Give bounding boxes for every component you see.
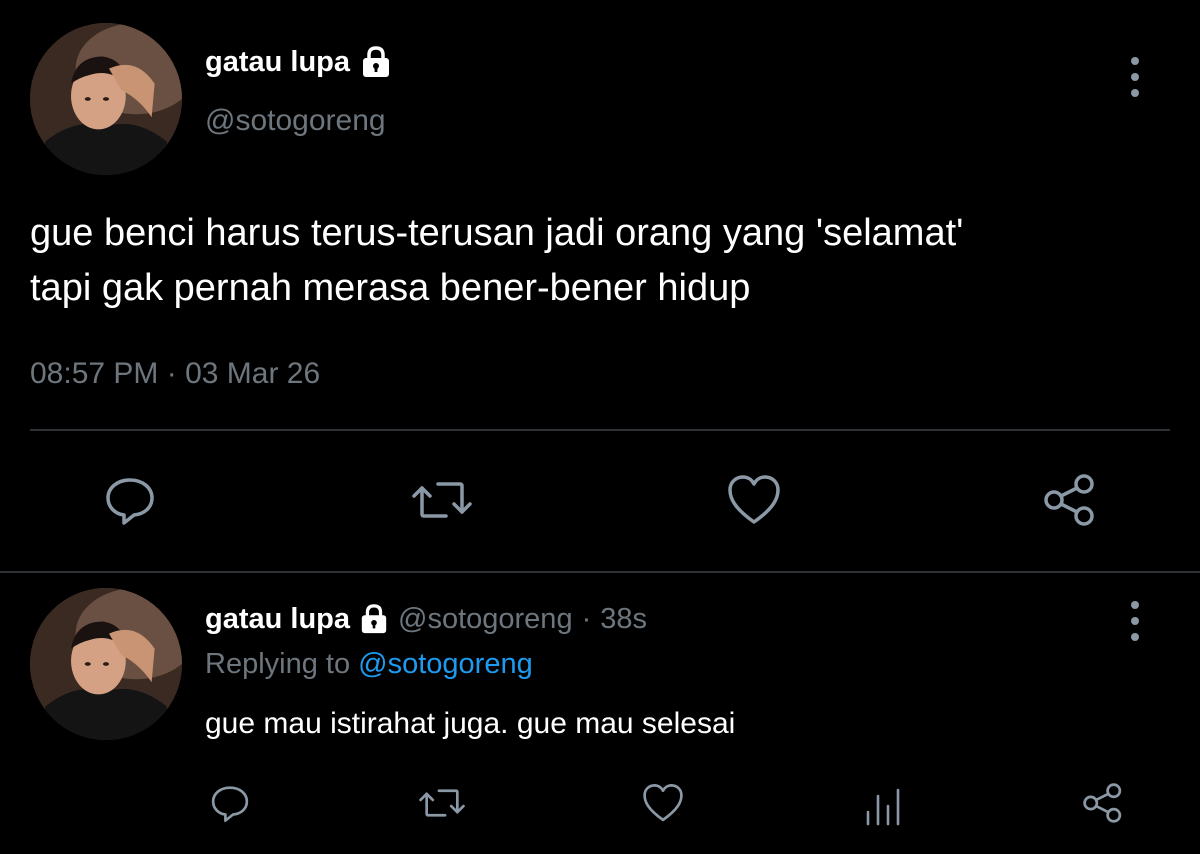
display-name[interactable]: gatau lupa xyxy=(205,46,350,79)
lock-icon xyxy=(360,45,392,79)
retweet-icon[interactable] xyxy=(410,470,474,535)
replying-to-handle[interactable]: @sotogoreng xyxy=(358,648,533,680)
separator-dot: · xyxy=(581,602,592,635)
share-icon[interactable] xyxy=(1040,470,1100,535)
profile-photo xyxy=(30,588,182,740)
reply-author-line: gatau lupa @sotogoreng · 38s xyxy=(205,600,647,638)
share-icon[interactable] xyxy=(1080,780,1126,831)
tweet-text-line: tapi gak pernah merasa bener-bener hidup xyxy=(30,267,751,309)
handle[interactable]: @sotogoreng xyxy=(398,603,573,636)
lock-icon xyxy=(359,603,389,635)
timestamp[interactable]: 08:57 PM · 03 Mar 26 xyxy=(30,357,320,391)
replying-to: Replying to @sotogoreng xyxy=(205,648,533,681)
replying-to-label: Replying to xyxy=(205,648,351,680)
analytics-icon[interactable] xyxy=(860,782,906,831)
retweet-icon[interactable] xyxy=(417,780,467,831)
divider xyxy=(30,429,1170,431)
like-icon[interactable] xyxy=(724,470,784,535)
avatar[interactable] xyxy=(30,588,182,740)
tweet-text: gue benci harus terus-terusan jadi orang… xyxy=(30,206,963,316)
tweet-text-line: gue benci harus terus-terusan jadi orang… xyxy=(30,212,964,254)
like-icon[interactable] xyxy=(640,780,686,831)
author-line: gatau lupa xyxy=(205,42,392,82)
handle[interactable]: @sotogoreng xyxy=(205,104,386,138)
reply-icon[interactable] xyxy=(100,470,160,535)
avatar[interactable] xyxy=(30,23,182,175)
reply-text: gue mau istirahat juga. gue mau selesai xyxy=(205,707,736,740)
profile-photo xyxy=(30,23,182,175)
time-ago[interactable]: 38s xyxy=(600,603,647,636)
more-options-icon[interactable] xyxy=(1131,57,1139,97)
display-name[interactable]: gatau lupa xyxy=(205,603,350,636)
divider xyxy=(0,571,1200,573)
more-options-icon[interactable] xyxy=(1131,601,1139,641)
reply-icon[interactable] xyxy=(207,780,253,831)
